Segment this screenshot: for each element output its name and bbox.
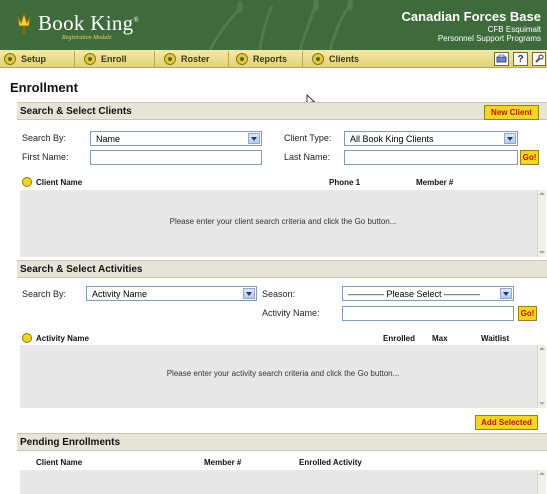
scroll-down-icon[interactable]: [539, 402, 545, 405]
print-button[interactable]: [494, 52, 509, 66]
first-name-label: First Name:: [22, 152, 69, 162]
activities-section-title: Search & Select Activities: [20, 263, 143, 275]
activity-results-message: Please enter your activity search criter…: [166, 369, 400, 378]
nav-setup[interactable]: Setup: [4, 50, 46, 68]
wrench-icon: [535, 54, 544, 63]
client-name-column[interactable]: Client Name: [36, 178, 82, 187]
client-results-area: Please enter your client search criteria…: [20, 190, 546, 257]
tools-button[interactable]: [532, 52, 546, 66]
nav-roster[interactable]: Roster: [164, 50, 210, 68]
client-results-scrollbar[interactable]: [537, 190, 546, 257]
organization-name: Canadian Forces Base: [401, 9, 541, 24]
season-value: ———— Please Select ————: [348, 288, 481, 299]
clients-section-header: Search & Select Clients: [17, 102, 547, 120]
activity-search-by-select[interactable]: Activity Name: [86, 286, 257, 301]
pending-section-header: Pending Enrollments: [17, 433, 547, 451]
print-icon: [496, 54, 507, 63]
pending-client-name-column[interactable]: Client Name: [36, 458, 82, 467]
waitlist-column[interactable]: Waitlist: [481, 334, 509, 343]
app-subtitle: Registration Module: [62, 35, 112, 41]
help-icon: ?: [517, 53, 524, 65]
sort-icon[interactable]: [22, 333, 32, 343]
pending-results-scrollbar[interactable]: [537, 470, 546, 494]
add-selected-button[interactable]: Add Selected: [475, 415, 538, 430]
client-type-value: All Book King Clients: [350, 133, 434, 144]
enroll-icon: [84, 53, 96, 65]
nav-enroll[interactable]: Enroll: [84, 50, 127, 68]
app-trademark: ®: [133, 16, 140, 24]
nav-divider: [228, 51, 229, 67]
activity-name-input[interactable]: [342, 306, 514, 321]
help-button[interactable]: ?: [513, 52, 528, 66]
new-client-button[interactable]: New Client: [484, 105, 539, 120]
scroll-up-icon[interactable]: [539, 347, 545, 350]
nav-enroll-label: Enroll: [101, 54, 127, 64]
roster-icon: [164, 53, 176, 65]
activity-search-by-value: Activity Name: [92, 288, 148, 299]
chevron-down-icon: [500, 288, 512, 299]
chevron-down-icon: [248, 133, 260, 144]
app-header: Book King® Registration Module Canadian …: [0, 0, 547, 50]
clients-icon: [312, 53, 324, 65]
crown-icon: [17, 12, 31, 34]
max-column[interactable]: Max: [432, 334, 448, 343]
organization-program: Personnel Support Programs: [437, 34, 541, 43]
activity-name-column[interactable]: Activity Name: [36, 334, 89, 343]
scroll-up-icon[interactable]: [539, 472, 545, 475]
pending-member-number-column[interactable]: Member #: [204, 458, 241, 467]
setup-icon: [4, 53, 16, 65]
chevron-down-icon: [504, 133, 516, 144]
nav-reports[interactable]: Reports: [236, 50, 287, 68]
season-label: Season:: [262, 289, 296, 299]
chevron-down-icon: [243, 288, 255, 299]
activities-section-header: Search & Select Activities: [17, 260, 547, 278]
nav-roster-label: Roster: [181, 54, 210, 64]
first-name-input[interactable]: [90, 150, 262, 165]
client-search-by-select[interactable]: Name: [90, 131, 262, 146]
scroll-up-icon[interactable]: [539, 192, 545, 195]
enrolled-column[interactable]: Enrolled: [383, 334, 415, 343]
nav-clients[interactable]: Clients: [312, 50, 359, 68]
pending-results-area: [20, 470, 546, 494]
client-search-by-label: Search By:: [22, 133, 67, 143]
pending-section-title: Pending Enrollments: [20, 436, 121, 448]
client-go-button[interactable]: Go!: [520, 150, 539, 165]
season-select[interactable]: ———— Please Select ————: [342, 286, 514, 301]
activity-name-label: Activity Name:: [262, 308, 320, 318]
client-type-label: Client Type:: [284, 133, 332, 143]
nav-divider: [154, 51, 155, 67]
main-nav: Setup Enroll Roster Reports Clients ?: [0, 50, 547, 68]
scroll-down-icon[interactable]: [539, 251, 545, 254]
activity-results-area: Please enter your activity search criter…: [20, 345, 546, 408]
nav-setup-label: Setup: [21, 54, 47, 64]
nav-divider: [302, 51, 303, 67]
reports-icon: [236, 53, 248, 65]
nav-divider: [74, 51, 75, 67]
page-title: Enrollment: [10, 80, 78, 95]
last-name-input[interactable]: [344, 150, 518, 165]
nav-clients-label: Clients: [329, 54, 360, 64]
client-results-message: Please enter your client search criteria…: [169, 217, 397, 226]
app-logo[interactable]: Book King®: [38, 11, 139, 36]
member-number-column[interactable]: Member #: [416, 178, 453, 187]
organization-location: CFB Esquimalt: [487, 25, 541, 34]
clients-section-title: Search & Select Clients: [20, 105, 132, 117]
sort-icon[interactable]: [22, 177, 32, 187]
activity-go-button[interactable]: Go!: [518, 306, 537, 321]
activity-results-scrollbar[interactable]: [537, 345, 546, 408]
activity-search-by-label: Search By:: [22, 289, 67, 299]
nav-reports-label: Reports: [253, 54, 288, 64]
last-name-label: Last Name:: [284, 152, 331, 162]
client-type-select[interactable]: All Book King Clients: [344, 131, 518, 146]
pending-enrolled-activity-column[interactable]: Enrolled Activity: [299, 458, 362, 467]
client-search-by-value: Name: [96, 133, 121, 144]
app-name: Book King: [38, 11, 134, 35]
phone-column[interactable]: Phone 1: [329, 178, 360, 187]
